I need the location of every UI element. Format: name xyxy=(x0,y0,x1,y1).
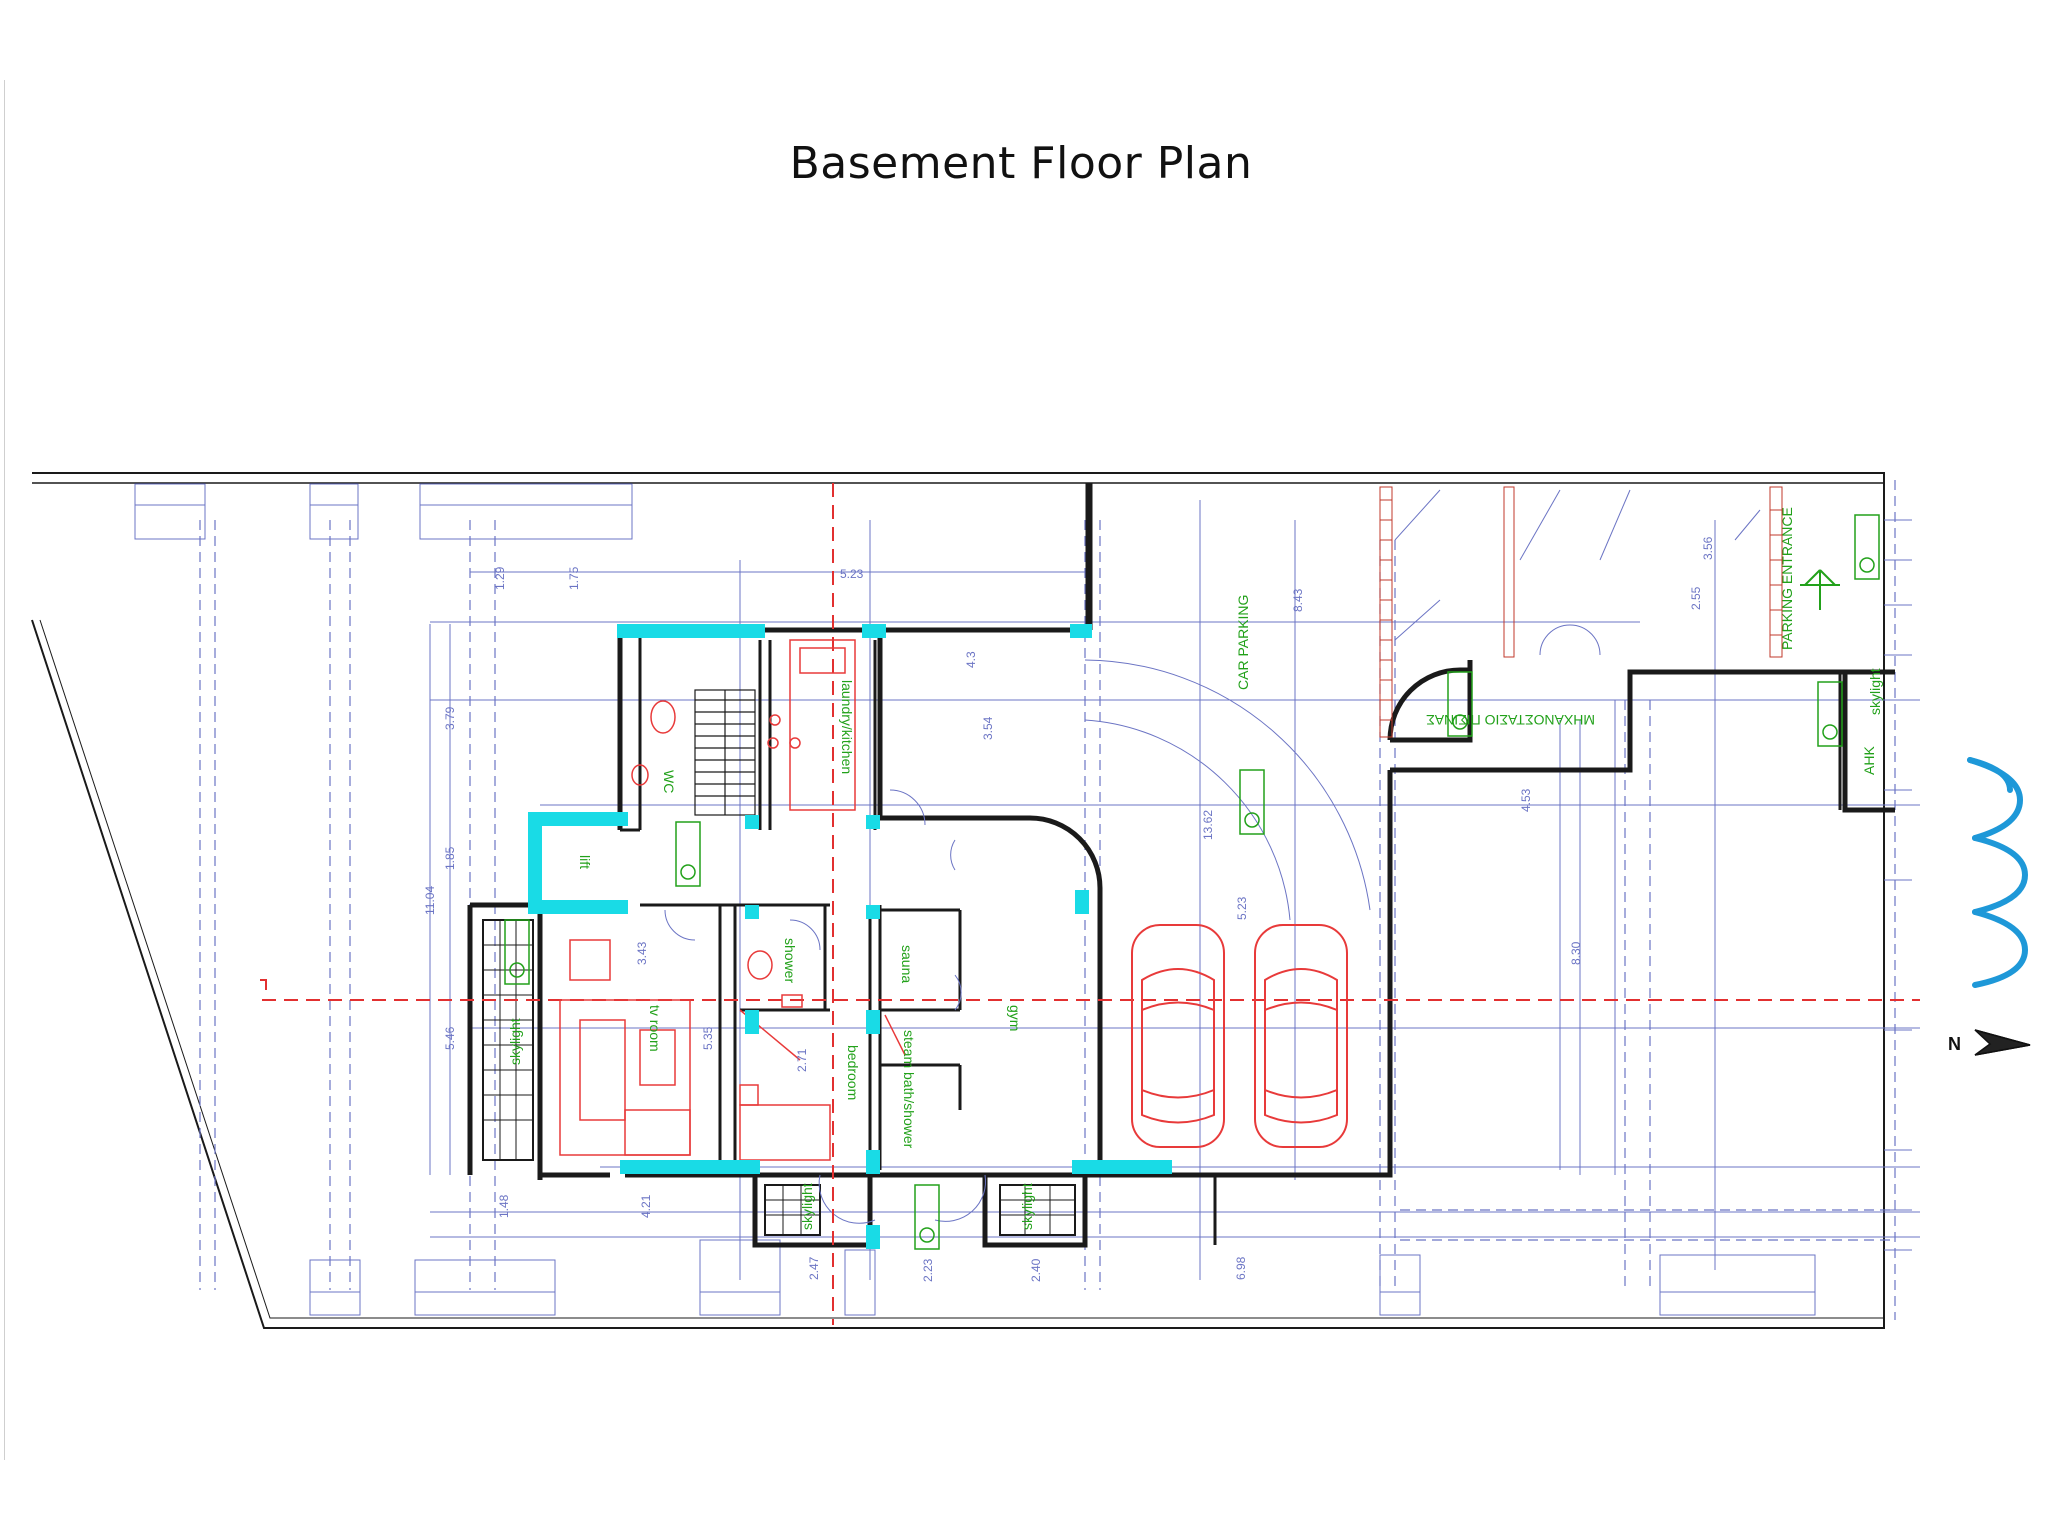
room-label-skylight-mid: skylight xyxy=(799,1183,815,1230)
room-label-steam-bath: steam bath/shower xyxy=(901,1030,917,1149)
dimension-label: 2.55 xyxy=(1689,586,1703,610)
dimension-label: 2.40 xyxy=(1029,1258,1043,1282)
parked-car-1 xyxy=(1131,924,1225,1148)
dimension-label: 1.75 xyxy=(567,566,581,590)
dimension-label: 1.48 xyxy=(497,1194,511,1218)
dimension-label: 8.43 xyxy=(1291,588,1305,612)
room-label-laundry: laundry/kitchen xyxy=(839,680,855,774)
dimension-label: 8.30 xyxy=(1569,941,1583,965)
dimension-label: 11.04 xyxy=(423,886,437,915)
right-edge-ticks xyxy=(1884,519,1912,1251)
interior-walls xyxy=(620,630,1842,1245)
ramp-guides xyxy=(1394,489,1761,641)
room-label-mechanical-room: ΜΗΧΑΝΟΣΤΑΣΙΟ ΠΙΣΙΝΑΣ xyxy=(1426,712,1595,728)
dashed-grid-lines xyxy=(199,480,1896,1320)
grid-markers-bottom xyxy=(309,1239,1816,1316)
room-label-skylight-far-right: skylight xyxy=(1867,668,1883,715)
dimension-label: 2.23 xyxy=(921,1258,935,1282)
dimension-label: 13.62 xyxy=(1201,810,1215,840)
dimension-label: 5.23 xyxy=(1235,896,1249,920)
dimension-label: 1.85 xyxy=(443,846,457,870)
dimension-label: 4.21 xyxy=(639,1194,653,1218)
dimension-label: 5.35 xyxy=(701,1026,715,1050)
dimension-label: 3.79 xyxy=(443,706,457,730)
room-label-ahk: AHK xyxy=(1861,746,1877,775)
page: Basement Floor Plan tv room bedroom gym … xyxy=(0,0,2048,1536)
parked-car-2 xyxy=(1254,924,1348,1148)
dimension-label: 3.56 xyxy=(1701,536,1715,560)
dimension-label: 3.43 xyxy=(635,941,649,965)
room-label-skylight-right: skylight xyxy=(1019,1183,1035,1230)
dimension-label: 3.54 xyxy=(981,716,995,740)
room-label-lift: lift xyxy=(577,855,593,869)
dimension-label: 1.29 xyxy=(493,566,507,590)
room-label-gym: gym xyxy=(1007,1005,1023,1031)
floor-plan-drawing: tv room bedroom gym sauna steam bath/sho… xyxy=(31,472,2031,1329)
building-walls xyxy=(467,483,1895,1248)
dimension-label: 5.23 xyxy=(840,567,864,581)
room-label-sauna: sauna xyxy=(899,945,915,983)
dimension-label: 2.47 xyxy=(807,1256,821,1280)
staircase xyxy=(694,689,756,816)
dimension-label: 4.53 xyxy=(1519,788,1533,812)
site-boundary xyxy=(31,472,1885,1329)
sea-waves-icon xyxy=(1967,757,2029,988)
dimension-label: 5.46 xyxy=(443,1026,457,1050)
room-label-parking-entrance: PARKING ENTRANCE xyxy=(1779,507,1795,650)
section-marker xyxy=(260,979,267,990)
room-label-car-parking: CAR PARKING xyxy=(1235,595,1251,690)
room-label-tv-room: tv room xyxy=(647,1005,663,1052)
north-arrow-icon: N xyxy=(1948,1029,2031,1056)
dimension-label: 2.71 xyxy=(795,1048,809,1072)
room-label-bedroom: bedroom xyxy=(845,1045,861,1100)
dimension-label: 4.3 xyxy=(964,651,978,668)
grid-markers-top xyxy=(134,483,633,540)
entrance-arrow xyxy=(1800,569,1840,610)
room-label-skylight-left: skylight xyxy=(507,1018,523,1065)
room-label-shower: shower xyxy=(782,938,798,983)
room-label-wc: WC xyxy=(661,770,677,793)
dimension-label: 6.98 xyxy=(1234,1256,1248,1280)
north-label: N xyxy=(1948,1034,1961,1054)
